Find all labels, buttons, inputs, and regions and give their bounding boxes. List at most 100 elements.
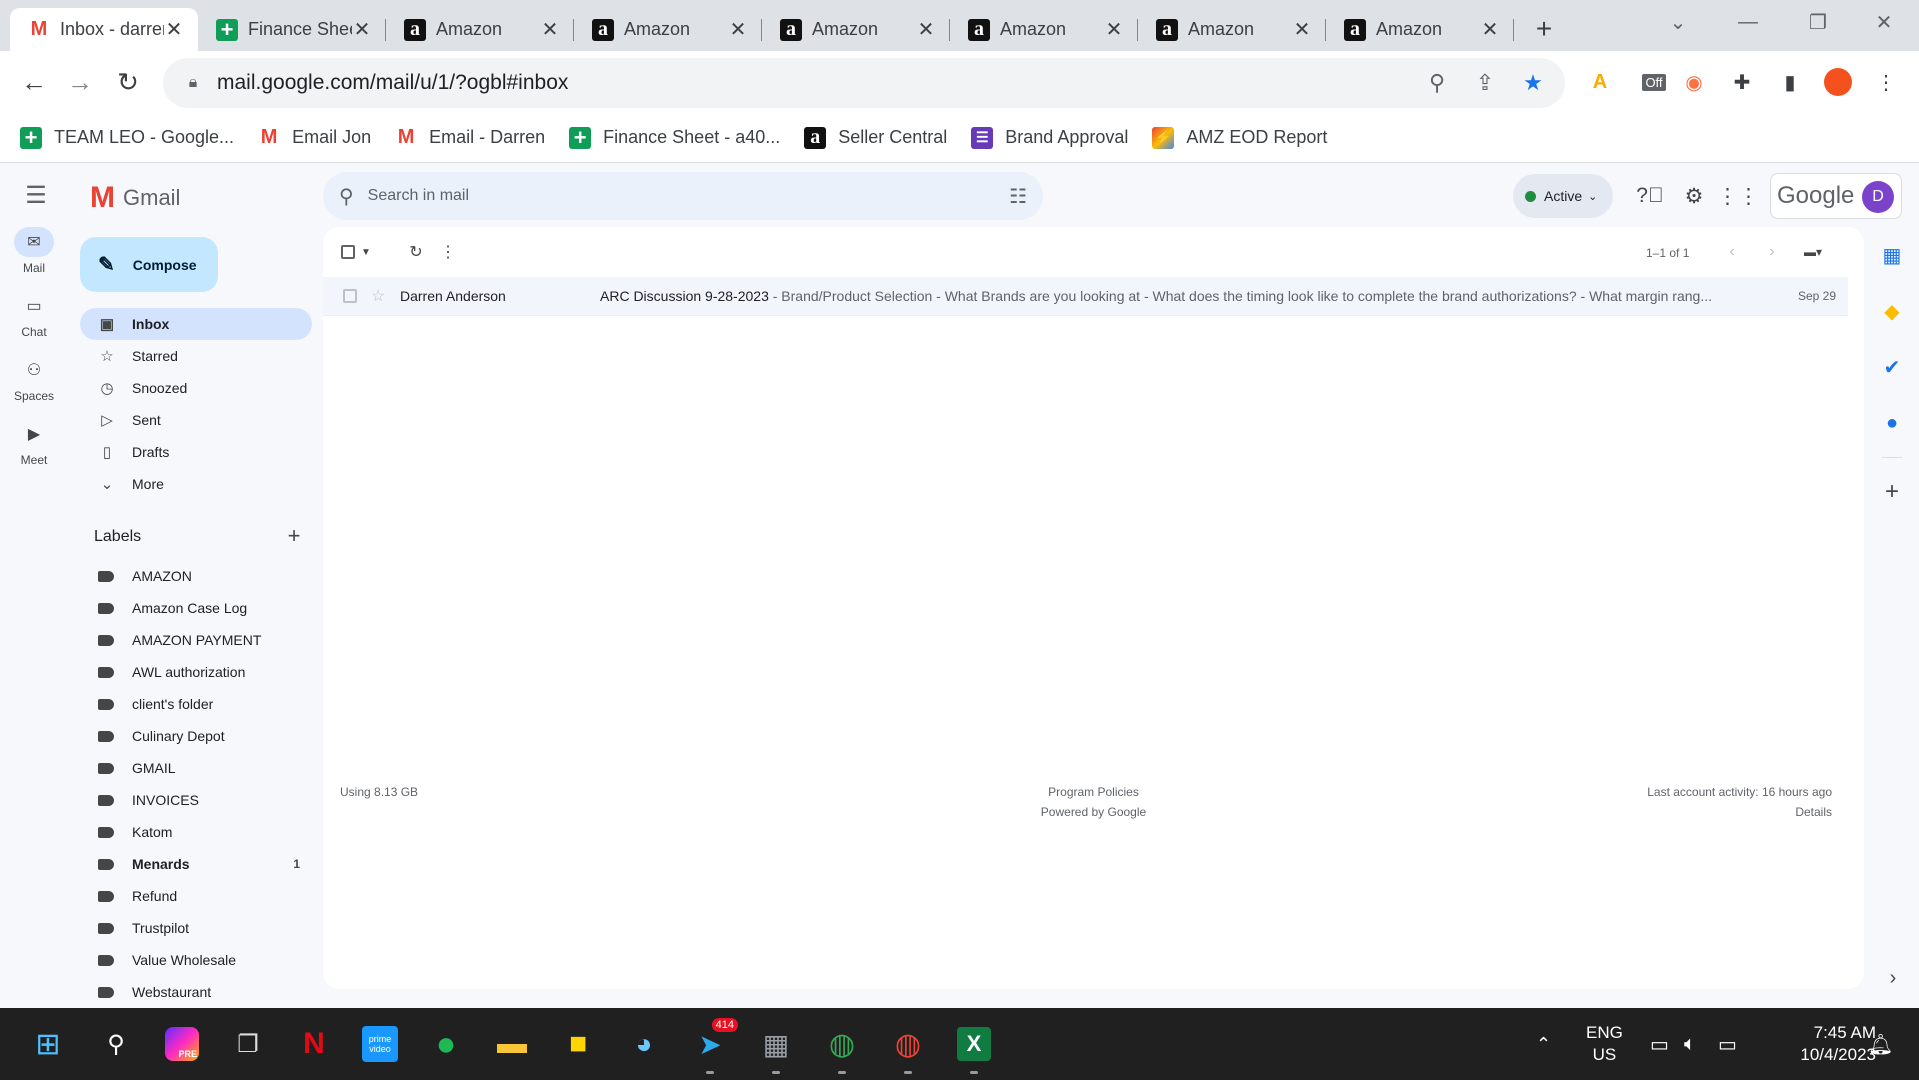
bookmark-item[interactable]: ⚡ AMZ EOD Report [1152, 126, 1327, 149]
excel-icon[interactable]: X [950, 1020, 998, 1074]
extensions-puzzle-icon[interactable]: ✚ [1720, 60, 1764, 104]
calendar-icon[interactable]: ▦ [1872, 227, 1912, 283]
rail-item-spaces[interactable]: ⚇ Spaces [0, 355, 68, 419]
sticky-notes-icon[interactable]: ■ [554, 1020, 602, 1068]
rail-item-mail[interactable]: ✉ Mail [0, 227, 68, 291]
label-item[interactable]: AWL authorization [80, 656, 312, 688]
share-icon[interactable]: ⇪ [1463, 61, 1507, 105]
get-addons-icon[interactable]: + [1872, 464, 1912, 520]
close-tab-icon[interactable]: ✕ [352, 17, 372, 42]
notifications-bell-icon[interactable]: 🔔︎ [1868, 1008, 1893, 1080]
add-label-icon[interactable]: + [282, 523, 306, 548]
gmail-logo[interactable]: M Gmail [90, 181, 180, 215]
close-tab-icon[interactable]: ✕ [916, 17, 936, 42]
label-item[interactable]: Value Wholesale [80, 944, 312, 976]
close-tab-icon[interactable]: ✕ [728, 17, 748, 42]
telegram-icon[interactable]: ➤ 414 [686, 1018, 738, 1074]
label-item[interactable]: Amazon Case Log [80, 592, 312, 624]
network-icon[interactable]: ▭ [1650, 1008, 1669, 1080]
bookmark-item[interactable]: M Email - Darren [395, 126, 545, 149]
scout-extension-icon[interactable]: A [1578, 60, 1622, 104]
email-checkbox[interactable] [343, 289, 357, 303]
spotify-icon[interactable]: ● [422, 1020, 470, 1068]
details-link[interactable]: Details [1647, 802, 1832, 822]
label-item[interactable]: Refund [80, 880, 312, 912]
browser-tab[interactable]: + Finance Sheet✕ [198, 8, 386, 51]
browser-tab[interactable]: a Amazon ✕ [950, 8, 1138, 51]
calculator-icon[interactable]: ▦ [752, 1020, 800, 1074]
label-item[interactable]: AMAZON [80, 560, 312, 592]
label-item[interactable]: client's folder [80, 688, 312, 720]
search-icon[interactable]: ⚲ [339, 184, 354, 209]
folder-sent[interactable]: ▷ Sent [80, 404, 312, 436]
input-tools-icon[interactable]: ▬▾ [1793, 237, 1833, 267]
program-policies-link[interactable]: Program Policies [323, 782, 1864, 802]
search-options-icon[interactable]: ☷ [1009, 184, 1027, 209]
keep-icon[interactable]: ◆ [1872, 283, 1912, 339]
main-menu-icon[interactable]: ☰ [14, 173, 58, 217]
bookmark-item[interactable]: + TEAM LEO - Google... [20, 125, 234, 150]
browser-tab[interactable]: a Amazon ✕ [386, 8, 574, 51]
bookmark-item[interactable]: ☰ Brand Approval [971, 126, 1128, 149]
label-item[interactable]: Menards 1 [80, 848, 312, 880]
zoom-icon[interactable]: ⚲ [1415, 61, 1459, 105]
compose-button[interactable]: ✎ Compose [80, 237, 218, 292]
task-view-icon[interactable]: ❐ [224, 1020, 272, 1068]
folder-more[interactable]: ⌄ More [80, 468, 312, 500]
lock-icon[interactable]: 🔒︎ [181, 74, 205, 92]
folder-drafts[interactable]: ▯ Drafts [80, 436, 312, 468]
prime-video-icon[interactable]: prime video [356, 1020, 404, 1068]
more-options-icon[interactable]: ⋮ [433, 237, 463, 267]
email-row[interactable]: ☆ Darren Anderson ARC Discussion 9-28-2023… [323, 277, 1848, 316]
tray-overflow-icon[interactable]: ⌃ [1536, 1008, 1551, 1080]
minimize-icon[interactable]: — [1713, 0, 1783, 44]
folder-snoozed[interactable]: ◷ Snoozed [80, 372, 312, 404]
side-panel-icon[interactable]: ▮ [1768, 60, 1812, 104]
tab-search-icon[interactable]: ⌄ [1643, 0, 1713, 44]
bookmark-star-icon[interactable]: ★ [1511, 61, 1555, 105]
restore-icon[interactable]: ❐ [1783, 0, 1853, 44]
browser-tab[interactable]: a Amazon ✕ [762, 8, 950, 51]
browser-tab[interactable]: a Amazon ✕ [1326, 8, 1514, 51]
windows-start-icon[interactable]: ⊞ [24, 1020, 72, 1068]
chrome-profile-icon[interactable]: ◍ [884, 1020, 932, 1074]
label-item[interactable]: Webstaurant [80, 976, 312, 1008]
contacts-icon[interactable]: ● [1872, 395, 1912, 451]
label-item[interactable]: Katom [80, 816, 312, 848]
help-icon[interactable]: ?⃝ [1630, 176, 1670, 216]
folder-starred[interactable]: ☆ Starred [80, 340, 312, 372]
star-icon[interactable]: ☆ [371, 286, 385, 306]
settings-gear-icon[interactable]: ⚙ [1674, 176, 1714, 216]
bookmark-item[interactable]: a Seller Central [804, 126, 947, 149]
browser-tab[interactable]: a Amazon ✕ [574, 8, 762, 51]
bookmark-item[interactable]: M Email Jon [258, 126, 371, 149]
folder-inbox[interactable]: ▣ Inbox [80, 308, 312, 340]
paint-icon[interactable]: ◕ [620, 1020, 668, 1068]
off-extension-icon[interactable]: Off [1632, 60, 1676, 104]
label-item[interactable]: GMAIL [80, 752, 312, 784]
rail-item-meet[interactable]: ▶ Meet [0, 419, 68, 483]
google-account-button[interactable]: Google D [1770, 173, 1902, 219]
close-tab-icon[interactable]: ✕ [164, 17, 184, 42]
volume-icon[interactable]: 🔈︎ [1684, 1008, 1696, 1080]
forward-icon[interactable]: → [56, 58, 104, 106]
close-tab-icon[interactable]: ✕ [1104, 17, 1124, 42]
orange-extension-icon[interactable]: ◉ [1672, 60, 1716, 104]
close-tab-icon[interactable]: ✕ [1292, 17, 1312, 42]
label-item[interactable]: INVOICES [80, 784, 312, 816]
photoshop-express-icon[interactable]: PRE [158, 1020, 206, 1068]
clock[interactable]: 7:45 AM 10/4/2023 [1768, 1008, 1876, 1080]
status-selector[interactable]: Active ⌄ [1513, 174, 1613, 218]
select-all-checkbox[interactable]: ▼ [341, 237, 371, 267]
tasks-icon[interactable]: ✔ [1872, 339, 1912, 395]
chrome-icon[interactable]: ◍ [818, 1020, 866, 1074]
reload-icon[interactable]: ↻ [104, 58, 152, 106]
battery-icon[interactable]: ▭ [1718, 1008, 1737, 1080]
file-explorer-icon[interactable]: ▬ [488, 1020, 536, 1068]
rail-item-chat[interactable]: ▭ Chat [0, 291, 68, 355]
netflix-icon[interactable]: N [290, 1020, 338, 1068]
label-item[interactable]: Culinary Depot [80, 720, 312, 752]
search-icon[interactable]: ⚲ [92, 1020, 140, 1068]
profile-avatar-icon[interactable] [1816, 60, 1860, 104]
close-tab-icon[interactable]: ✕ [1480, 17, 1500, 42]
